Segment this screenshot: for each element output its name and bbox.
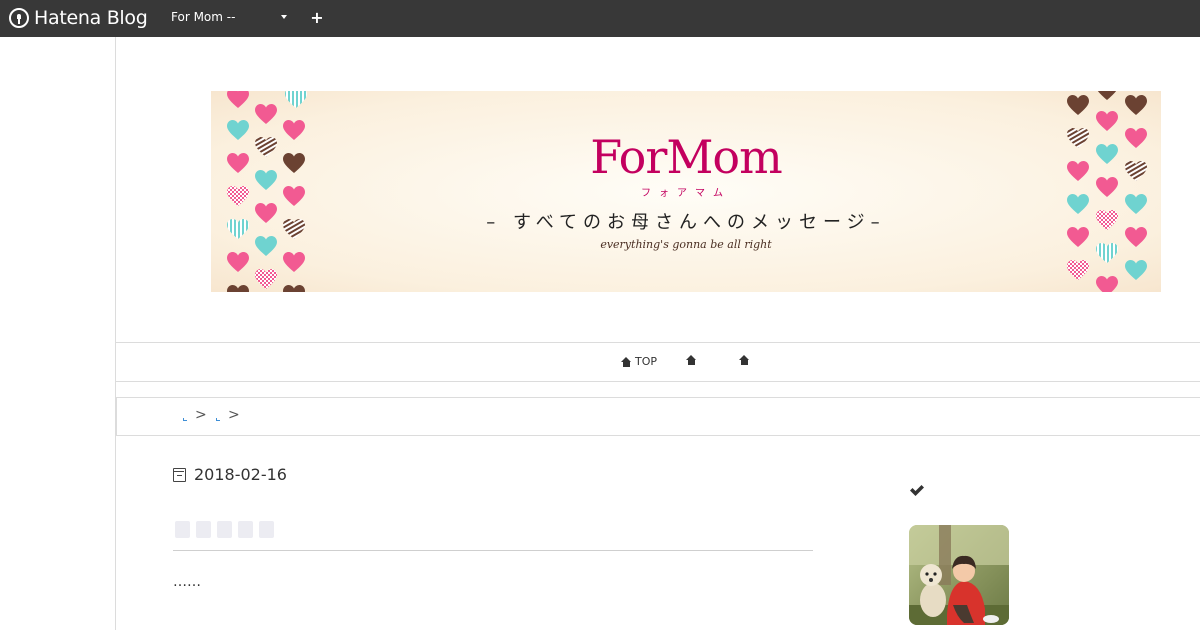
profile-photo[interactable]: [909, 525, 1009, 625]
banner-subtitle: – すべてのお母さんへのメッセージ–: [486, 212, 886, 233]
banner-title: ForMom: [590, 130, 783, 184]
home-icon: [686, 355, 697, 365]
hatena-top-bar: Hatena Blog For Mom -- +: [0, 0, 1200, 37]
add-button[interactable]: +: [309, 9, 325, 27]
left-panel-divider: [115, 37, 116, 630]
global-nav: TOP: [116, 342, 1200, 382]
blog-selector[interactable]: For Mom --: [171, 10, 289, 28]
caret-down-icon: [281, 15, 287, 19]
blog-header-banner[interactable]: ForMom フォアマム – すべてのお母さんへのメッセージ– everythi…: [211, 91, 1161, 292]
nav-item-top[interactable]: TOP: [621, 355, 657, 368]
calendar-icon: [173, 467, 186, 482]
nav-item-label: TOP: [635, 355, 658, 368]
title-glyph: [175, 521, 190, 538]
title-glyph: [238, 521, 253, 538]
home-icon: [621, 356, 632, 367]
title-glyph: [196, 521, 211, 538]
profile-photo-illustration: [909, 525, 1009, 625]
article-date[interactable]: 2018-02-16: [173, 465, 287, 484]
article-date-text: 2018-02-16: [194, 465, 287, 484]
title-glyph: [259, 521, 274, 538]
breadcrumb-separator: >: [195, 407, 207, 423]
breadcrumb-link-1[interactable]: [183, 418, 187, 421]
home-icon: [739, 355, 750, 365]
banner-kana: フォアマム: [641, 188, 731, 199]
article-title[interactable]: [173, 521, 813, 551]
check-icon: [910, 485, 924, 496]
breadcrumb-separator: >: [228, 407, 240, 423]
hatena-logo-text: Hatena Blog: [34, 7, 148, 29]
blog-selector-value: For Mom --: [171, 10, 236, 24]
article-excerpt: ……: [173, 574, 201, 590]
breadcrumb: > >: [116, 397, 1200, 436]
title-glyph: [217, 521, 232, 538]
nav-item-2[interactable]: [686, 355, 697, 365]
hatena-blog-logo[interactable]: Hatena Blog: [9, 6, 148, 30]
banner-tagline: everything's gonna be all right: [600, 238, 772, 251]
nav-item-3[interactable]: [739, 355, 750, 365]
breadcrumb-link-2[interactable]: [216, 418, 220, 421]
hatena-logo-icon: [9, 8, 29, 28]
